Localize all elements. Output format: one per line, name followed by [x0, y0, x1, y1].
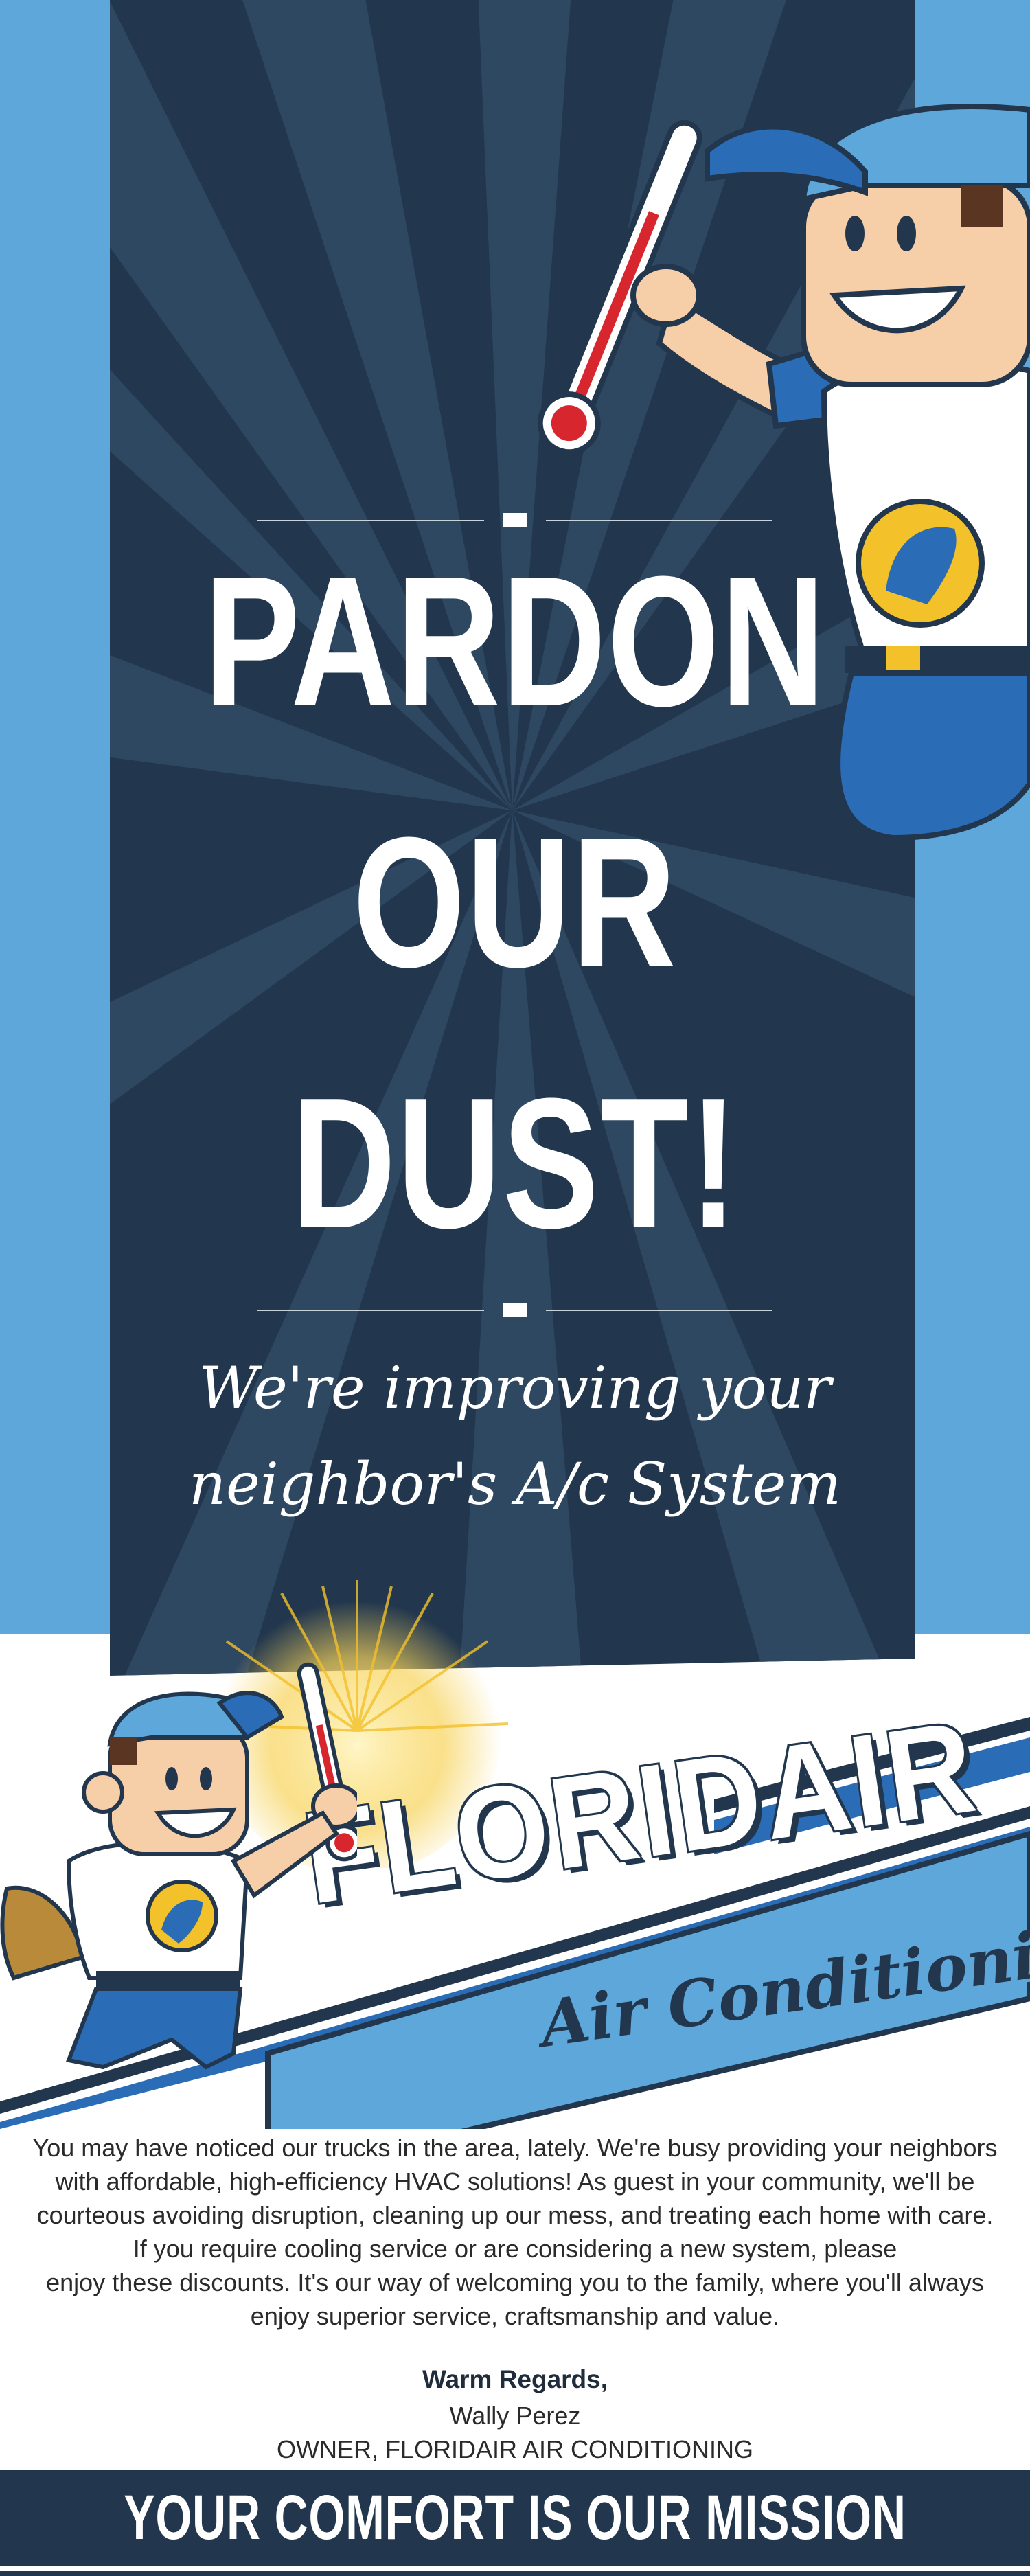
- footer-banner: YOUR COMFORT IS OUR MISSION: [0, 2470, 1030, 2566]
- divider-bottom-left: [258, 1310, 484, 1311]
- letter-line: You may have noticed our trucks in the a…: [32, 2134, 998, 2162]
- letter-line: enjoy these discounts. It's our way of w…: [46, 2268, 984, 2296]
- mascot-small-illustration: [0, 1662, 357, 2070]
- headline-pardon: PARDON: [203, 538, 827, 745]
- letter-line: with affordable, high-efficiency HVAC so…: [55, 2167, 975, 2196]
- divider-top-left: [258, 520, 484, 521]
- bottom-rule: [0, 2571, 1030, 2576]
- footer-slogan: YOUR COMFORT IS OUR MISSION: [124, 2482, 906, 2553]
- divider-bottom-dash: [503, 1303, 527, 1317]
- closing: Warm Regards,: [422, 2365, 608, 2393]
- signer-name: Wally Perez: [449, 2402, 581, 2430]
- letter-body: You may have noticed our trucks in the a…: [0, 2131, 1030, 2333]
- divider-top-right: [546, 520, 772, 521]
- divider-top-dash: [503, 513, 527, 527]
- subtitle-line-1: We're improving your: [198, 1354, 832, 1422]
- signer-title: OWNER, FLORIDAIR AIR CONDITIONING: [276, 2435, 754, 2463]
- letter-line: courteous avoiding disruption, cleaning …: [36, 2201, 994, 2229]
- letter-line: enjoy superior service, craftsmanship an…: [250, 2302, 780, 2330]
- divider-bottom-right: [546, 1310, 772, 1311]
- letter-line: If you require cooling service or are co…: [133, 2235, 897, 2263]
- subtitle-line-2: neighbor's A/c System: [189, 1450, 841, 1518]
- headline-our: OUR: [352, 799, 678, 1006]
- headline-dust: DUST!: [291, 1060, 739, 1267]
